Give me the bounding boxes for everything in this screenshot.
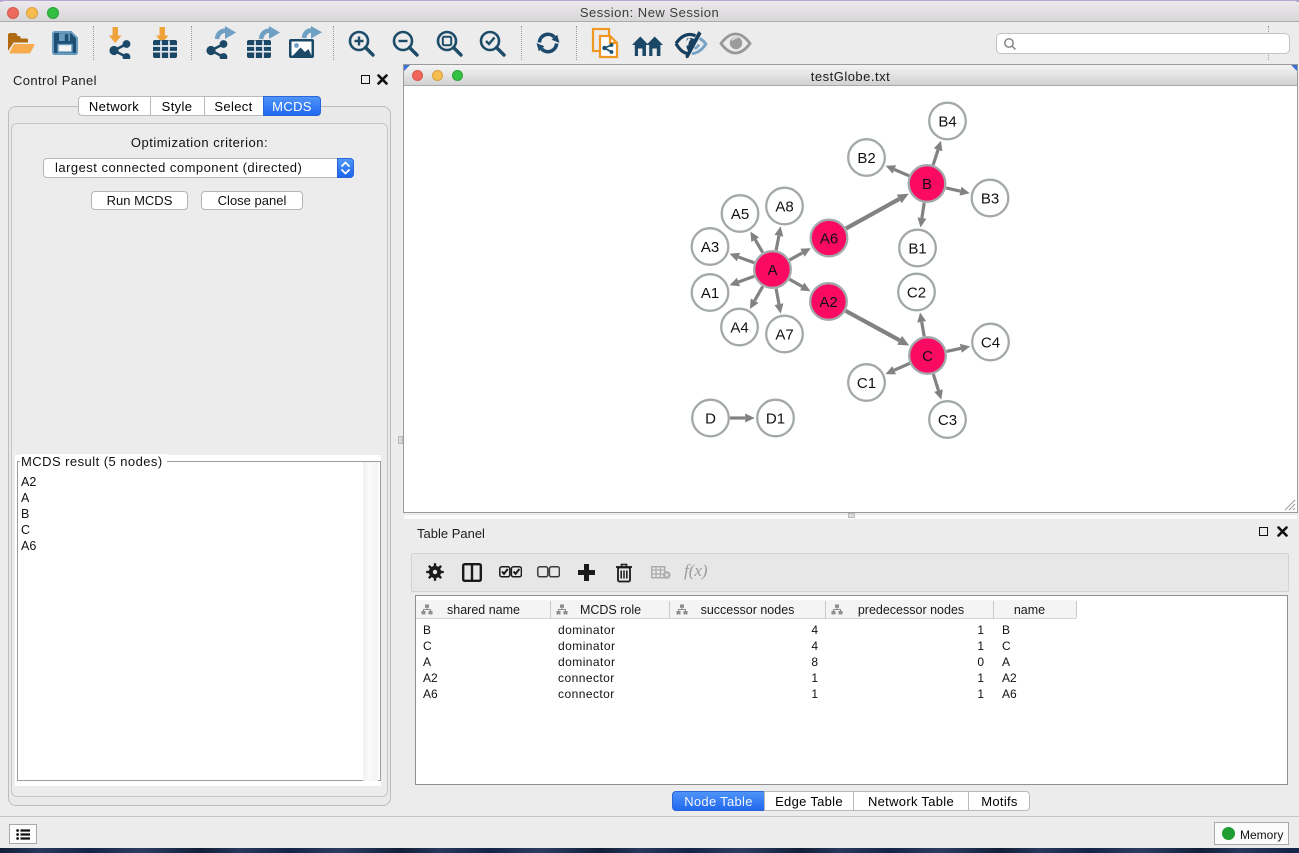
svg-text:C3: C3 [938,412,957,429]
svg-text:A: A [767,262,777,279]
svg-text:A7: A7 [775,326,793,343]
svg-text:A8: A8 [775,198,793,215]
svg-text:D: D [705,410,716,427]
svg-text:D1: D1 [766,410,785,427]
svg-text:A3: A3 [701,239,719,256]
svg-text:A2: A2 [819,294,837,311]
svg-text:C: C [922,348,933,365]
svg-text:A6: A6 [820,230,838,247]
svg-text:A1: A1 [701,285,719,302]
svg-text:B4: B4 [938,113,956,130]
svg-text:B2: B2 [857,150,875,167]
svg-text:C4: C4 [981,334,1000,351]
svg-text:B1: B1 [908,240,926,257]
svg-text:A4: A4 [730,319,748,336]
svg-text:B3: B3 [981,190,999,207]
svg-text:B: B [922,176,932,193]
svg-text:C2: C2 [907,284,926,301]
svg-text:A5: A5 [731,206,749,223]
svg-text:C1: C1 [857,375,876,392]
